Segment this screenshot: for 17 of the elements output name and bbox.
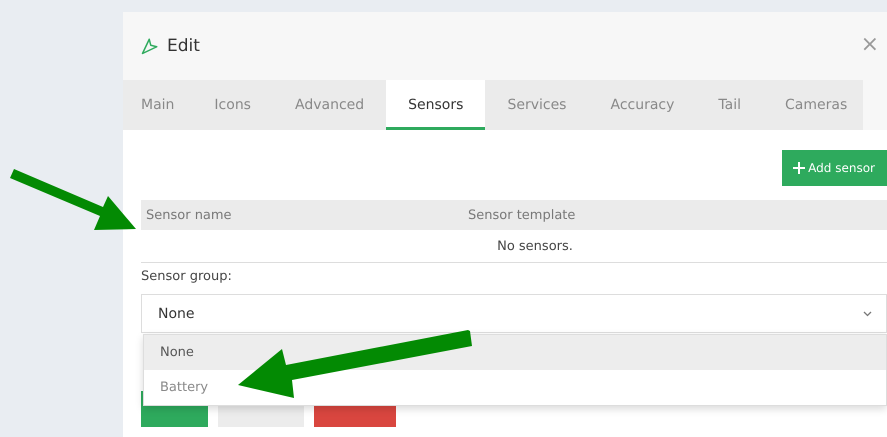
tab[interactable]: Advanced: [272, 80, 386, 130]
empty-message: No sensors.: [141, 230, 887, 263]
tab[interactable]: Cameras: [763, 80, 870, 130]
column-header: Sensor template: [467, 208, 576, 222]
add-sensor-button[interactable]: Add sensor: [782, 150, 887, 186]
sensor-group-select[interactable]: None: [141, 294, 887, 333]
tab[interactable]: Services: [485, 80, 588, 130]
field-label: Sensor group:: [141, 269, 233, 284]
dropdown-option[interactable]: Battery: [144, 370, 886, 405]
tab[interactable]: Tail: [696, 80, 763, 130]
close-icon[interactable]: ×: [860, 32, 879, 57]
column-header: Sensor name: [145, 208, 233, 222]
tab[interactable]: Accuracy: [588, 80, 696, 130]
dialog-title: Edit: [167, 36, 200, 56]
tab[interactable]: Sensors: [386, 80, 486, 130]
tab[interactable]: Icons: [192, 80, 273, 130]
tab[interactable]: Main: [123, 80, 192, 130]
